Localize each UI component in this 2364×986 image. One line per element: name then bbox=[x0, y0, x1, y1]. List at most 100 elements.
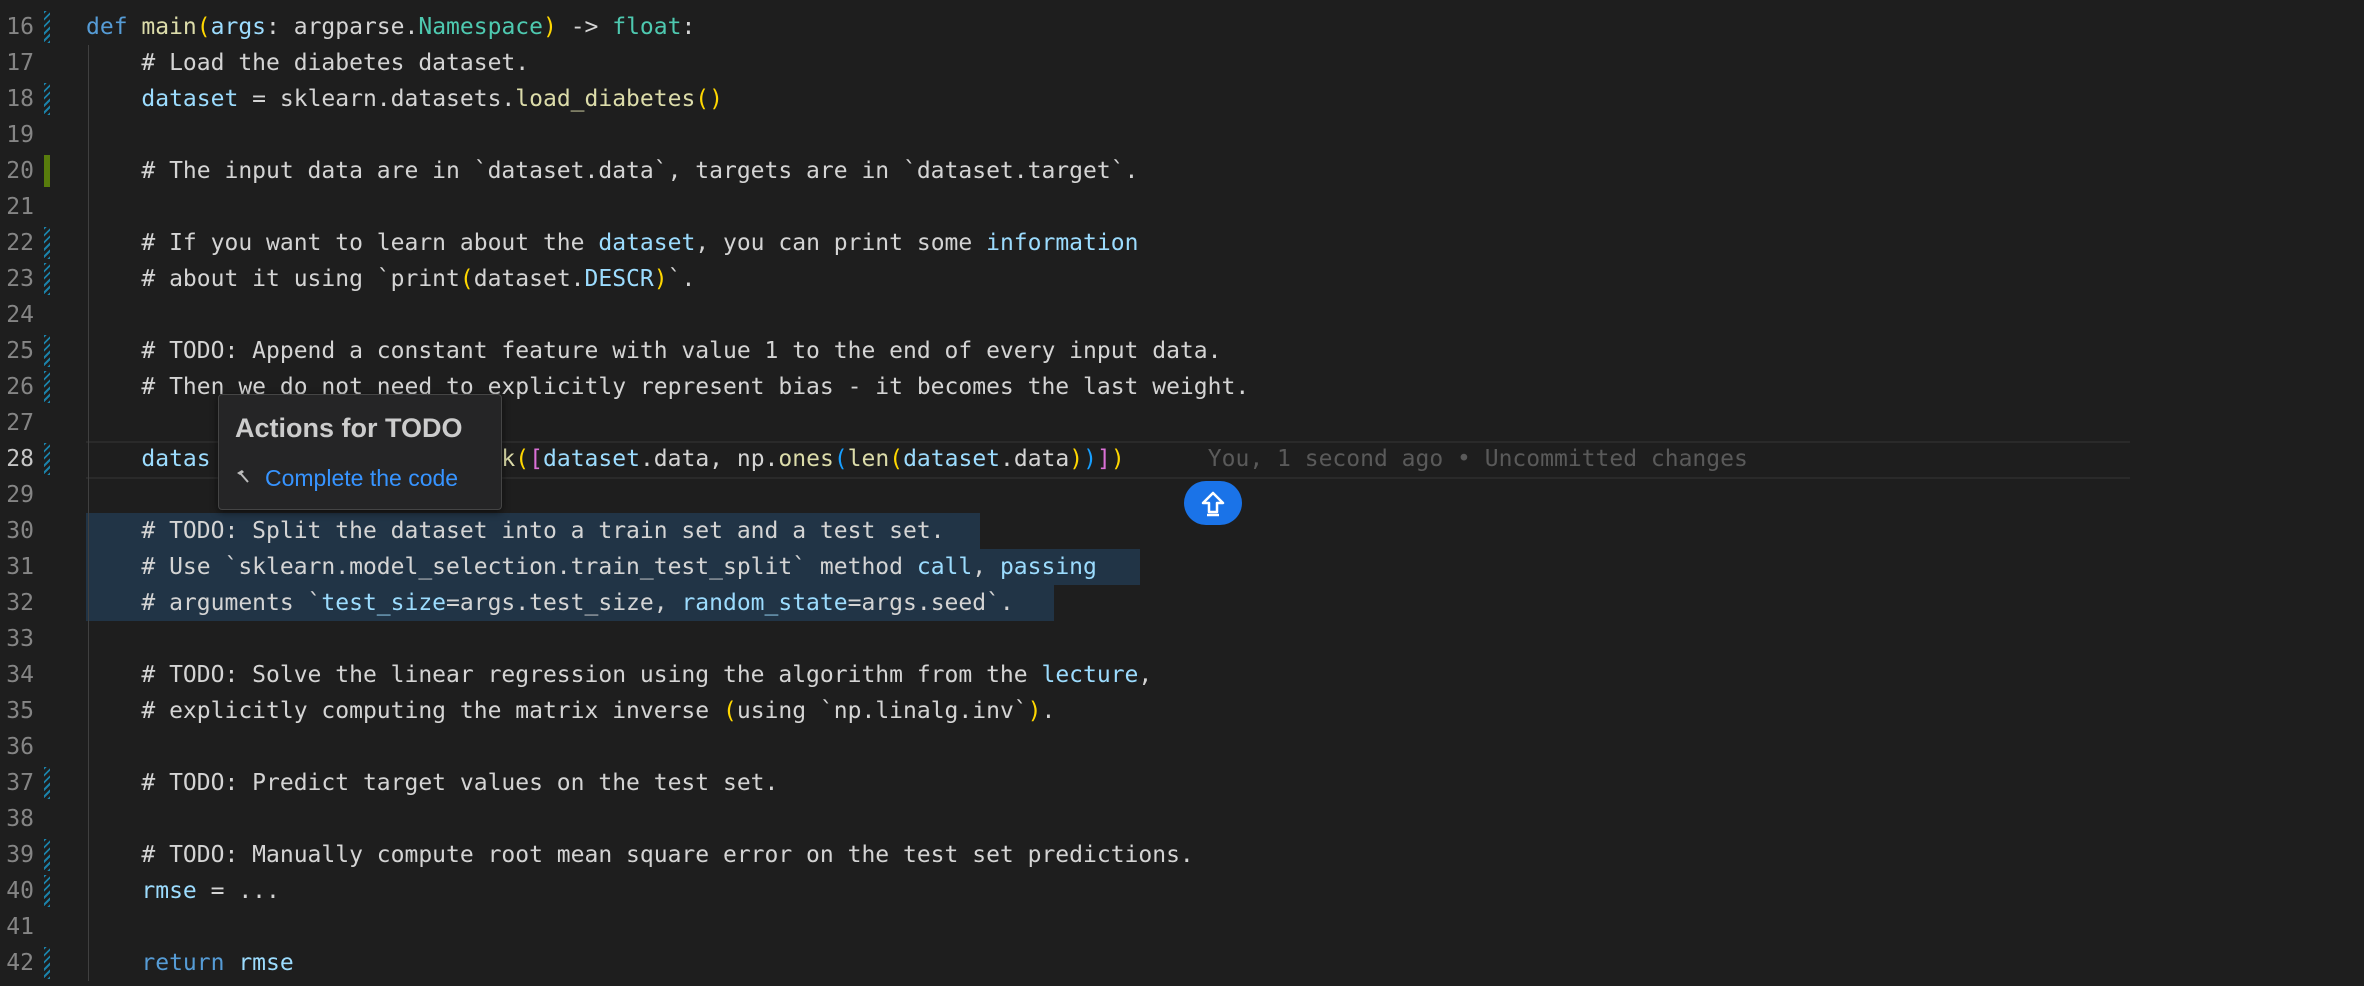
code-line[interactable]: 40 rmse = ... bbox=[0, 873, 2364, 909]
line-number: 30 bbox=[6, 518, 34, 544]
code-token: .data, np. bbox=[639, 446, 779, 472]
code-line[interactable]: 42 return rmse bbox=[0, 945, 2364, 981]
code-line[interactable]: 17 # Load the diabetes dataset. bbox=[0, 45, 2364, 81]
arrow-up-icon bbox=[1201, 491, 1225, 517]
line-number: 25 bbox=[6, 338, 34, 364]
line-number: 32 bbox=[6, 590, 34, 616]
code-line[interactable]: 20 # The input data are in `dataset.data… bbox=[0, 153, 2364, 189]
code-token: rmse bbox=[238, 950, 294, 976]
git-modified-marker[interactable] bbox=[44, 335, 50, 367]
git-modified-marker[interactable] bbox=[44, 875, 50, 907]
indent-guide bbox=[88, 477, 89, 513]
line-number: 22 bbox=[6, 230, 34, 256]
code-token: ) bbox=[1083, 446, 1097, 472]
line-number: 20 bbox=[6, 158, 34, 184]
code-line[interactable]: 34 # TODO: Solve the linear regression u… bbox=[0, 657, 2364, 693]
code-text: # about it using `print(dataset.DESCR)`. bbox=[86, 261, 695, 297]
code-token: dataset. bbox=[473, 266, 585, 292]
code-token: rmse bbox=[86, 878, 197, 904]
git-modified-marker[interactable] bbox=[44, 227, 50, 259]
code-token: # TODO: Append a constant feature with v… bbox=[86, 338, 1222, 364]
code-line[interactable]: 35 # explicitly computing the matrix inv… bbox=[0, 693, 2364, 729]
code-token: ) bbox=[1027, 698, 1042, 724]
code-token: datas bbox=[86, 446, 211, 472]
git-modified-marker[interactable] bbox=[44, 83, 50, 115]
code-token: ( bbox=[196, 14, 211, 40]
code-token: Namespace bbox=[418, 14, 543, 40]
git-modified-marker[interactable] bbox=[44, 263, 50, 295]
line-number: 29 bbox=[6, 482, 34, 508]
code-token: , bbox=[972, 554, 1000, 580]
git-modified-marker[interactable] bbox=[44, 443, 50, 475]
git-modified-marker[interactable] bbox=[44, 371, 50, 403]
code-token: = ... bbox=[196, 878, 280, 904]
code-token: passing bbox=[999, 554, 1097, 580]
code-token: : bbox=[681, 14, 696, 40]
code-line[interactable]: 19 bbox=[0, 117, 2364, 153]
code-text: return rmse bbox=[86, 945, 294, 981]
suggestion-arrow-button[interactable] bbox=[1184, 481, 1242, 525]
code-line[interactable]: 33 bbox=[0, 621, 2364, 657]
code-token: using `np.linalg.inv` bbox=[736, 698, 1028, 724]
code-token: ( bbox=[515, 446, 530, 472]
code-line[interactable]: 38 bbox=[0, 801, 2364, 837]
code-line[interactable]: 31 # Use `sklearn.model_selection.train_… bbox=[0, 549, 2364, 585]
code-line[interactable]: 21 bbox=[0, 189, 2364, 225]
code-line[interactable]: 41 bbox=[0, 909, 2364, 945]
line-number: 28 bbox=[6, 446, 34, 472]
code-line[interactable]: 25 # TODO: Append a constant feature wit… bbox=[0, 333, 2364, 369]
code-line[interactable]: 23 # about it using `print(dataset.DESCR… bbox=[0, 261, 2364, 297]
code-token: ) bbox=[653, 266, 668, 292]
indent-guide bbox=[88, 117, 89, 153]
git-modified-marker[interactable] bbox=[44, 947, 50, 979]
code-token: dataset bbox=[598, 230, 696, 256]
line-number: 16 bbox=[6, 14, 34, 40]
indent-guide bbox=[88, 621, 89, 657]
code-text: # TODO: Split the dataset into a train s… bbox=[86, 513, 944, 549]
code-token: ) bbox=[1110, 446, 1125, 472]
code-token: # Load the diabetes dataset. bbox=[86, 50, 530, 76]
code-token: len bbox=[847, 446, 890, 472]
code-token: load_diabetes bbox=[515, 86, 696, 112]
code-token: , you can print some bbox=[695, 230, 987, 256]
code-token: # TODO: Predict target values on the tes… bbox=[86, 770, 779, 796]
code-token: float bbox=[612, 14, 682, 40]
git-modified-marker[interactable] bbox=[44, 11, 50, 43]
git-modified-marker[interactable] bbox=[44, 767, 50, 799]
code-text: # The input data are in `dataset.data`, … bbox=[86, 153, 1138, 189]
code-line[interactable]: 37 # TODO: Predict target values on the … bbox=[0, 765, 2364, 801]
code-token: # about it using `print bbox=[86, 266, 460, 292]
code-token: `. bbox=[667, 266, 696, 292]
code-text: def main(args: argparse.Namespace) -> fl… bbox=[86, 9, 695, 45]
line-number: 35 bbox=[6, 698, 34, 724]
code-token: [ bbox=[529, 446, 543, 472]
git-added-marker[interactable] bbox=[44, 155, 50, 187]
code-token: dataset bbox=[543, 446, 640, 472]
line-number: 42 bbox=[6, 950, 34, 976]
code-line[interactable]: 24 bbox=[0, 297, 2364, 333]
code-token: # TODO: Solve the linear regression usin… bbox=[86, 662, 1042, 688]
indent-guide bbox=[88, 405, 89, 441]
code-line[interactable]: 18 dataset = sklearn.datasets.load_diabe… bbox=[0, 81, 2364, 117]
line-number: 37 bbox=[6, 770, 34, 796]
popup-title: Actions for TODO bbox=[235, 413, 463, 443]
line-number: 33 bbox=[6, 626, 34, 652]
line-number: 40 bbox=[6, 878, 34, 904]
code-line[interactable]: 22 # If you want to learn about the data… bbox=[0, 225, 2364, 261]
code-text: # arguments `test_size=args.test_size, r… bbox=[86, 585, 1013, 621]
line-number: 31 bbox=[6, 554, 34, 580]
code-text: # If you want to learn about the dataset… bbox=[86, 225, 1138, 261]
code-line[interactable]: 32 # arguments `test_size=args.test_size… bbox=[0, 585, 2364, 621]
line-number: 41 bbox=[6, 914, 34, 940]
code-token: ] bbox=[1096, 446, 1111, 472]
complete-code-action[interactable]: Complete the code bbox=[265, 465, 458, 492]
code-line[interactable]: 36 bbox=[0, 729, 2364, 765]
git-blame-annotation: You, 1 second ago • Uncommitted changes bbox=[1124, 446, 1748, 472]
code-line[interactable]: 16 def main(args: argparse.Namespace) -> … bbox=[0, 9, 2364, 45]
code-token: -> bbox=[556, 14, 613, 40]
code-line[interactable]: 30 # TODO: Split the dataset into a trai… bbox=[0, 513, 2364, 549]
code-text: dataset = sklearn.datasets.load_diabetes… bbox=[86, 81, 723, 117]
git-modified-marker[interactable] bbox=[44, 839, 50, 871]
code-line[interactable]: 39 # TODO: Manually compute root mean sq… bbox=[0, 837, 2364, 873]
code-token: .data bbox=[1000, 446, 1070, 472]
